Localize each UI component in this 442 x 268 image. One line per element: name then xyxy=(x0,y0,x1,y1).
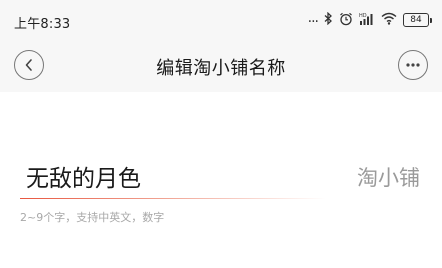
bluetooth-icon xyxy=(324,11,333,28)
wifi-icon xyxy=(381,12,397,28)
input-hint: 2~9个字，支持中英文，数字 xyxy=(20,211,165,224)
more-icon xyxy=(406,63,420,67)
nav-bar: 编辑淘小铺名称 xyxy=(0,44,442,88)
screen: 上午8:33 ... HD 84 编辑淘小铺名称 无敌的月色 淘小铺 2~9个字… xyxy=(0,0,442,268)
more-button[interactable] xyxy=(398,50,428,80)
signal-icon: HD xyxy=(359,12,375,28)
battery-level: 84 xyxy=(403,13,429,27)
header-area: 上午8:33 ... HD 84 编辑淘小铺名称 xyxy=(0,0,442,92)
more-dots-icon: ... xyxy=(307,10,319,26)
battery-icon: 84 xyxy=(403,13,432,27)
shop-name-input[interactable] xyxy=(26,158,316,194)
status-time: 上午8:33 xyxy=(14,17,71,32)
status-bar: 上午8:33 ... HD 84 xyxy=(0,0,442,40)
page-title: 编辑淘小铺名称 xyxy=(156,58,286,79)
input-underline xyxy=(20,198,326,199)
shop-name-row: 淘小铺 xyxy=(0,150,442,206)
status-icons: ... HD 84 xyxy=(307,10,432,29)
alarm-icon xyxy=(339,12,353,29)
battery-tip xyxy=(430,17,432,23)
svg-text:HD: HD xyxy=(359,13,367,19)
shop-suffix-label: 淘小铺 xyxy=(357,166,420,190)
